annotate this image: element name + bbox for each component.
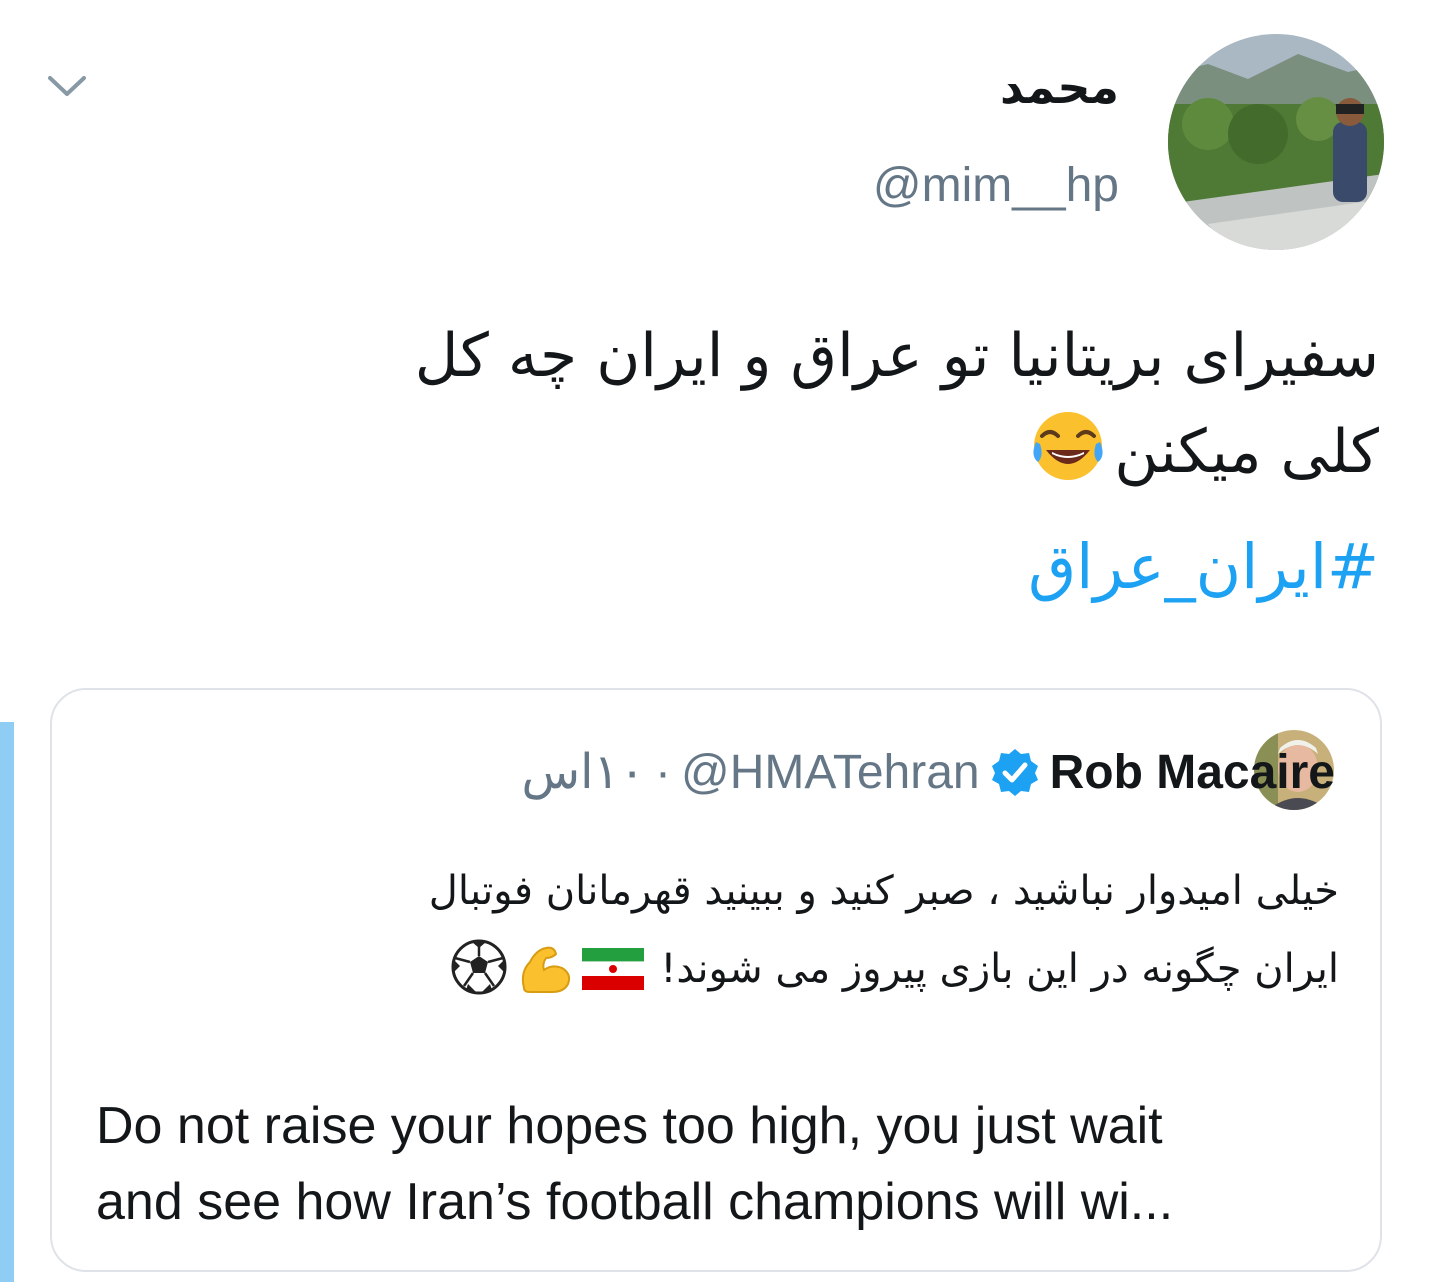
separator-dot: · [655, 745, 671, 799]
profile-photo-landscape [1168, 34, 1384, 250]
flexed-biceps-icon [521, 946, 570, 993]
quoted-text-persian: خیلی امیدوار نباشید ، صبر کنید و ببینید … [119, 852, 1339, 1008]
tweet-text-line: سفیرای بریتانیا تو عراق و ایران چه کل [414, 321, 1379, 391]
laughing-tears-emoji-icon [1033, 412, 1103, 480]
quoted-text-line: Do not raise your hopes too high, you ju… [96, 1097, 1163, 1155]
quoted-timestamp[interactable]: ۱۰اس [522, 744, 646, 800]
quoted-text-line: خیلی امیدوار نباشید ، صبر کنید و ببینید … [428, 868, 1339, 914]
avatar[interactable] [1168, 34, 1384, 250]
quoted-text-line-2: ایران چگونه در این بازی پیروز می شوند! [660, 946, 1339, 992]
hashtag-link[interactable]: #ایران_عراق [1028, 530, 1379, 603]
quoted-header: ۱۰اس · @HMATehran Rob Macaire [522, 740, 1336, 804]
tweet-text-line-2: کلی میکنن [1114, 417, 1379, 487]
quoted-text-english: Do not raise your hopes too high, you ju… [96, 1088, 1336, 1240]
chevron-down-icon[interactable] [44, 66, 90, 106]
verified-badge-icon [991, 749, 1038, 796]
quoted-handle[interactable]: @HMATehran [681, 745, 980, 800]
quoted-display-name[interactable]: Rob Macaire [1050, 745, 1335, 800]
tweet-text-line: کلی میکنن [159, 404, 1379, 500]
display-name[interactable]: محمد [1000, 60, 1119, 114]
quoted-text-line: ایران چگونه در این بازی پیروز می شوند! [119, 930, 1339, 1008]
tweet-text: سفیرای بریتانیا تو عراق و ایران چه کل کل… [159, 308, 1379, 500]
soccer-ball-icon [451, 939, 507, 995]
iran-flag-icon [581, 948, 644, 990]
user-handle[interactable]: @mim__hp [873, 158, 1119, 213]
thread-indicator [0, 722, 14, 1282]
quoted-text-line: and see how Iran’s football champions wi… [96, 1173, 1174, 1231]
